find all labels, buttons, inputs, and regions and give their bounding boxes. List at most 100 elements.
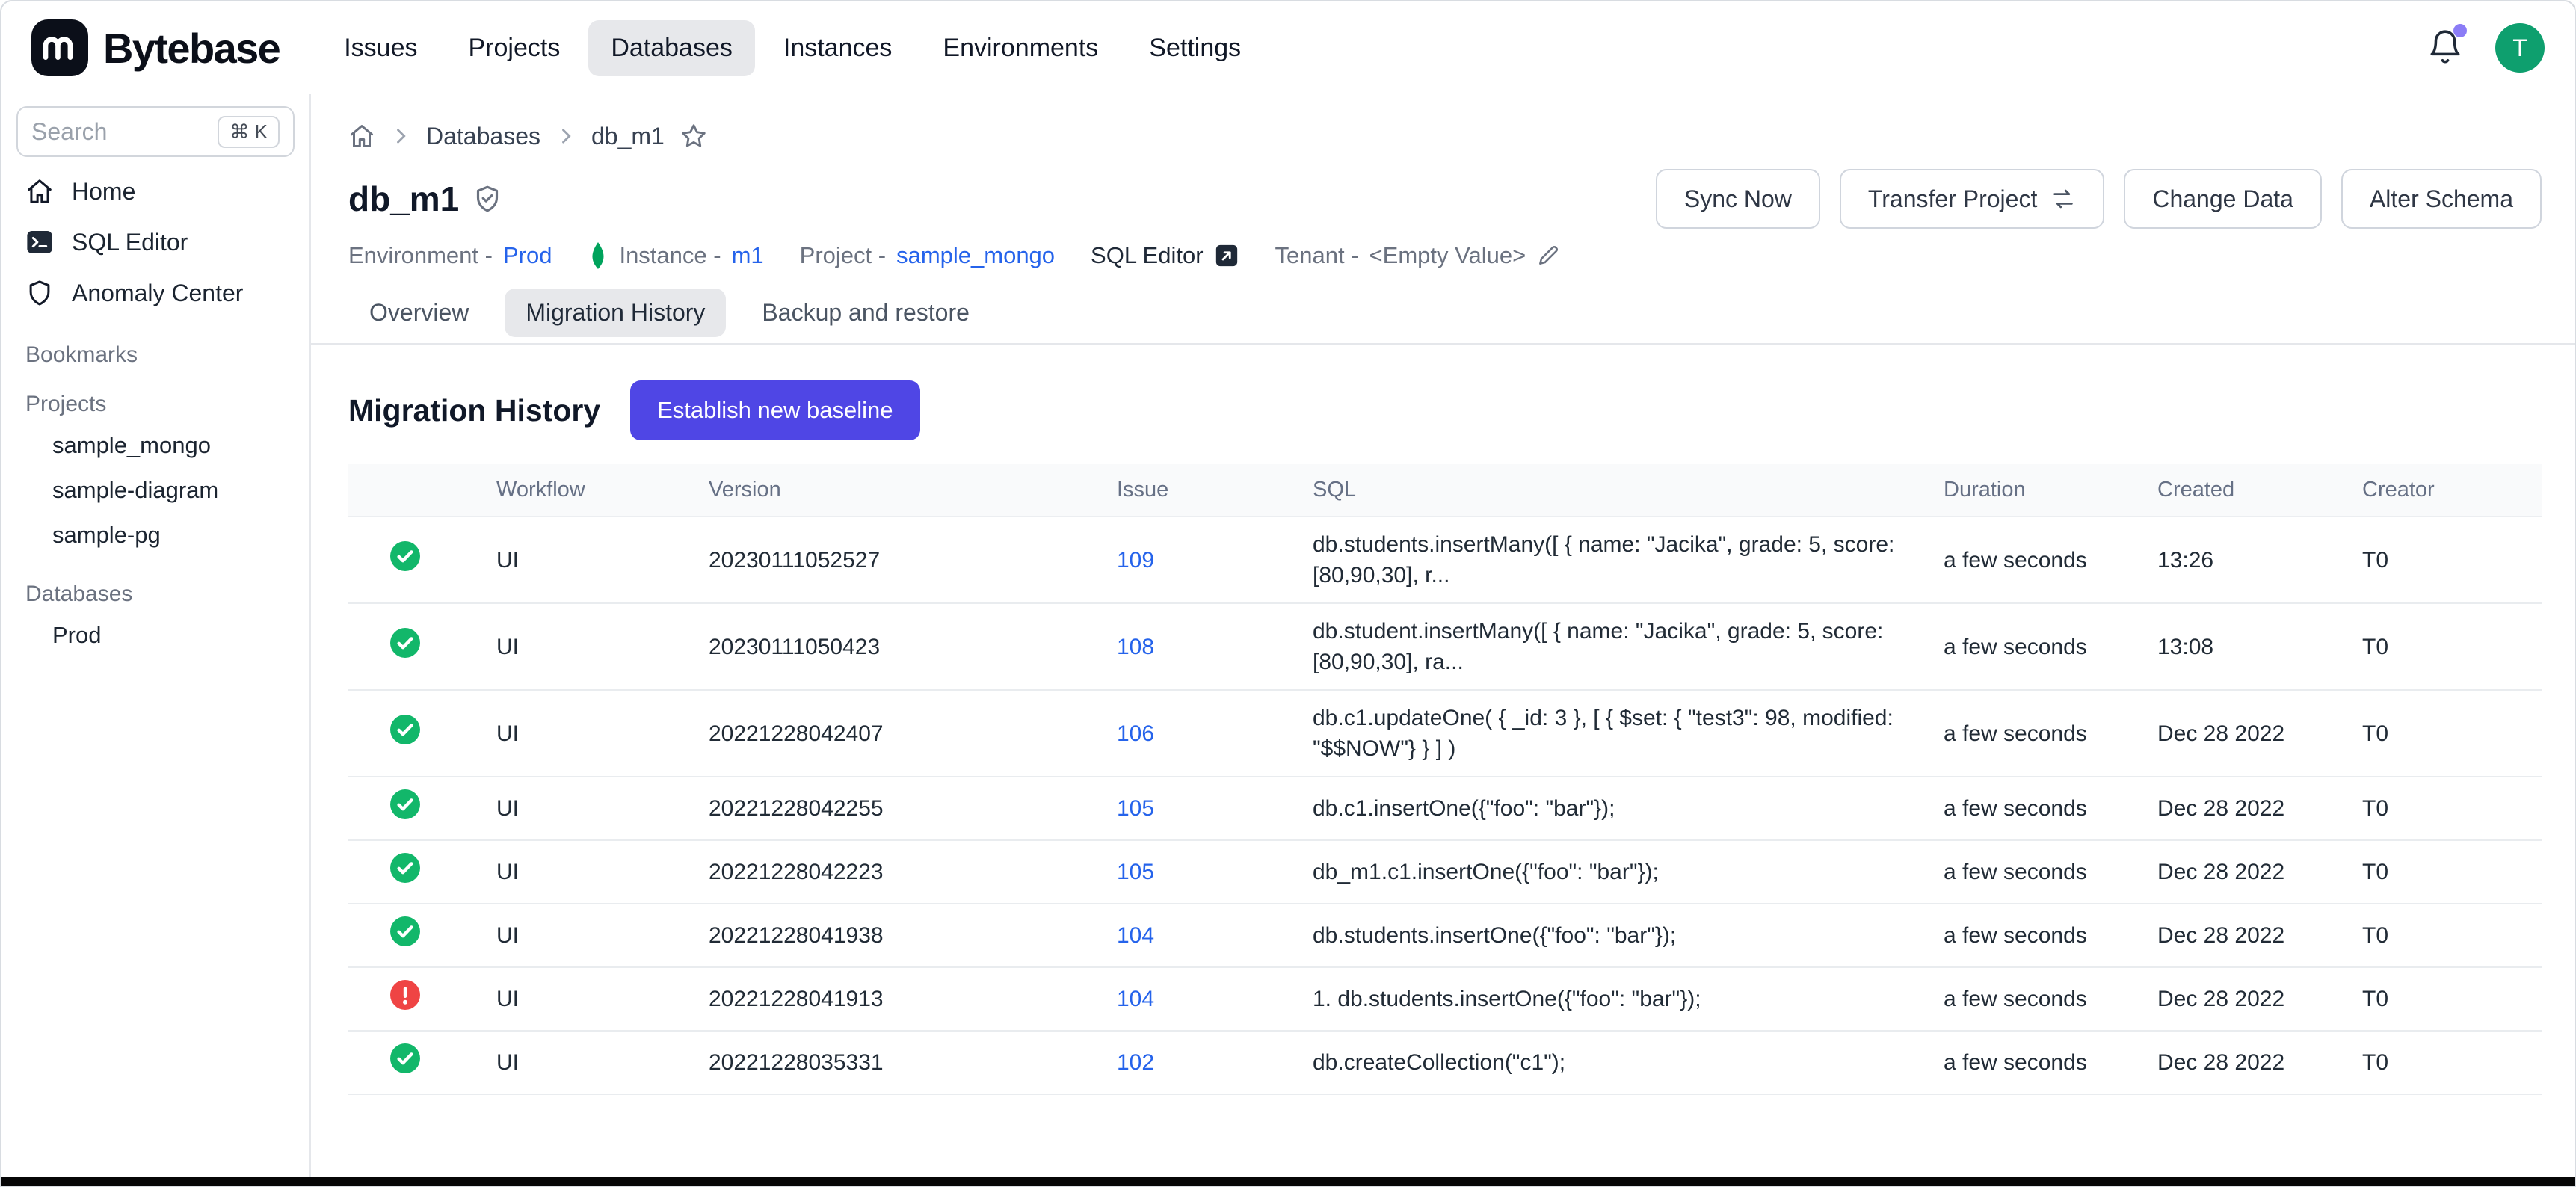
status-success-icon bbox=[390, 1043, 420, 1073]
status-success-icon bbox=[390, 715, 420, 744]
breadcrumb-home-icon[interactable] bbox=[348, 123, 375, 149]
sidebar-section-bookmarks: Bookmarks bbox=[16, 342, 295, 368]
sidebar-item-sql-editor[interactable]: SQL Editor bbox=[16, 217, 295, 268]
breadcrumb-databases[interactable]: Databases bbox=[426, 123, 540, 150]
issue-link[interactable]: 104 bbox=[1117, 923, 1154, 948]
meta-sql-editor[interactable]: SQL Editor bbox=[1091, 242, 1239, 269]
nav-settings[interactable]: Settings bbox=[1127, 20, 1263, 76]
notification-bell-button[interactable] bbox=[2426, 28, 2465, 67]
sidebar-item-anomaly-center[interactable]: Anomaly Center bbox=[16, 268, 295, 318]
database-tabs: Overview Migration History Backup and re… bbox=[348, 289, 2542, 337]
created-cell: Dec 28 2022 bbox=[2157, 690, 2362, 777]
environment-link[interactable]: Prod bbox=[503, 242, 552, 269]
sidebar-item-home[interactable]: Home bbox=[16, 166, 295, 217]
nav-instances[interactable]: Instances bbox=[761, 20, 915, 76]
sync-now-button[interactable]: Sync Now bbox=[1656, 169, 1820, 229]
duration-cell: a few seconds bbox=[1944, 517, 2157, 603]
creator-cell: T0 bbox=[2362, 777, 2542, 840]
establish-baseline-button[interactable]: Establish new baseline bbox=[630, 380, 919, 440]
tab-migration-history[interactable]: Migration History bbox=[505, 289, 726, 337]
version-cell: 20221228041938 bbox=[709, 904, 1117, 967]
shield-icon bbox=[25, 279, 54, 307]
project-link[interactable]: sample_mongo bbox=[896, 242, 1055, 269]
table-row: UI20221228035331102db.createCollection("… bbox=[348, 1031, 2542, 1094]
col-workflow: Workflow bbox=[496, 464, 709, 517]
nav-projects[interactable]: Projects bbox=[446, 20, 583, 76]
created-cell: 13:26 bbox=[2157, 517, 2362, 603]
status-success-icon bbox=[390, 916, 420, 946]
created-cell: Dec 28 2022 bbox=[2157, 1031, 2362, 1094]
pencil-edit-icon[interactable] bbox=[1536, 244, 1560, 268]
alter-schema-button[interactable]: Alter Schema bbox=[2341, 169, 2542, 229]
version-cell: 20221228042407 bbox=[709, 690, 1117, 777]
issue-link[interactable]: 106 bbox=[1117, 721, 1154, 746]
workflow-cell: UI bbox=[496, 1031, 709, 1094]
sql-cell: db.student.insertMany([ { name: "Jacika"… bbox=[1313, 603, 1944, 690]
transfer-arrows-icon bbox=[2050, 186, 2076, 212]
issue-link[interactable]: 104 bbox=[1117, 987, 1154, 1011]
meta-environment: Environment - Prod bbox=[348, 242, 552, 269]
sidebar-project-sample_mongo[interactable]: sample_mongo bbox=[16, 423, 295, 468]
main-nav: Issues Projects Databases Instances Envi… bbox=[321, 20, 1263, 76]
sidebar-project-sample-pg[interactable]: sample-pg bbox=[16, 513, 295, 558]
migration-history-heading: Migration History bbox=[348, 393, 600, 428]
col-status bbox=[348, 464, 496, 517]
tab-divider bbox=[311, 343, 2575, 345]
search-input[interactable] bbox=[31, 118, 181, 146]
issue-link[interactable]: 102 bbox=[1117, 1050, 1154, 1075]
tab-overview[interactable]: Overview bbox=[348, 289, 490, 337]
tab-backup-and-restore[interactable]: Backup and restore bbox=[741, 289, 990, 337]
status-error-icon bbox=[390, 980, 420, 1010]
mongodb-leaf-icon bbox=[588, 242, 608, 269]
nav-issues[interactable]: Issues bbox=[321, 20, 440, 76]
sql-cell: db.students.insertOne({"foo": "bar"}); bbox=[1313, 904, 1944, 967]
search-box[interactable]: ⌘ K bbox=[16, 106, 295, 157]
user-avatar[interactable]: T bbox=[2495, 23, 2545, 73]
bytebase-logo-icon bbox=[31, 19, 88, 76]
navbar-right: T bbox=[2426, 23, 2545, 73]
table-row: UI20221228042255105db.c1.insertOne({"foo… bbox=[348, 777, 2542, 840]
version-cell: 20221228042223 bbox=[709, 840, 1117, 904]
search-shortcut-key: ⌘ K bbox=[218, 116, 280, 148]
table-header-row: Workflow Version Issue SQL Duration Crea… bbox=[348, 464, 2542, 517]
creator-cell: T0 bbox=[2362, 603, 2542, 690]
table-row: UI202212280419131041. db.students.insert… bbox=[348, 967, 2542, 1031]
issue-link[interactable]: 109 bbox=[1117, 548, 1154, 573]
duration-cell: a few seconds bbox=[1944, 840, 2157, 904]
workflow-cell: UI bbox=[496, 904, 709, 967]
created-cell: Dec 28 2022 bbox=[2157, 777, 2362, 840]
instance-link[interactable]: m1 bbox=[732, 242, 764, 269]
transfer-project-button[interactable]: Transfer Project bbox=[1840, 169, 2104, 229]
sql-cell: db.c1.updateOne( { _id: 3 }, [ { $set: {… bbox=[1313, 690, 1944, 777]
sidebar-item-label: Home bbox=[72, 178, 135, 206]
issue-link[interactable]: 105 bbox=[1117, 796, 1154, 821]
chevron-right-icon bbox=[555, 126, 576, 147]
tenant-value: <Empty Value> bbox=[1369, 242, 1526, 269]
col-created: Created bbox=[2157, 464, 2362, 517]
page-title: db_m1 bbox=[348, 179, 459, 219]
meta-tenant: Tenant - <Empty Value> bbox=[1275, 242, 1561, 269]
sidebar-project-sample-diagram[interactable]: sample-diagram bbox=[16, 468, 295, 513]
database-meta-row: Environment - Prod Instance - m1 Project… bbox=[348, 242, 2542, 269]
brand-home-link[interactable]: Bytebase bbox=[31, 19, 280, 76]
sidebar-database-prod[interactable]: Prod bbox=[16, 613, 295, 658]
sidebar-item-label: Anomaly Center bbox=[72, 280, 243, 307]
breadcrumb-db-m1[interactable]: db_m1 bbox=[591, 123, 665, 150]
created-cell: Dec 28 2022 bbox=[2157, 840, 2362, 904]
meta-project: Project - sample_mongo bbox=[800, 242, 1055, 269]
change-data-button[interactable]: Change Data bbox=[2124, 169, 2322, 229]
issue-link[interactable]: 108 bbox=[1117, 635, 1154, 659]
created-cell: Dec 28 2022 bbox=[2157, 904, 2362, 967]
duration-cell: a few seconds bbox=[1944, 777, 2157, 840]
version-cell: 20230111052527 bbox=[709, 517, 1117, 603]
table-row: UI20221228042223105db_m1.c1.insertOne({"… bbox=[348, 840, 2542, 904]
nav-environments[interactable]: Environments bbox=[920, 20, 1121, 76]
issue-link[interactable]: 105 bbox=[1117, 860, 1154, 884]
star-icon[interactable] bbox=[680, 122, 708, 150]
breadcrumb: Databases db_m1 bbox=[348, 118, 2542, 154]
table-row: UI20221228041938104 db.students.insertOne… bbox=[348, 904, 2542, 967]
version-cell: 20221228041913 bbox=[709, 967, 1117, 1031]
sql-cell: db.students.insertMany([ { name: "Jacika… bbox=[1313, 517, 1944, 603]
nav-databases[interactable]: Databases bbox=[588, 20, 755, 76]
table-row: UI20230111052527109db.students.insertMan… bbox=[348, 517, 2542, 603]
